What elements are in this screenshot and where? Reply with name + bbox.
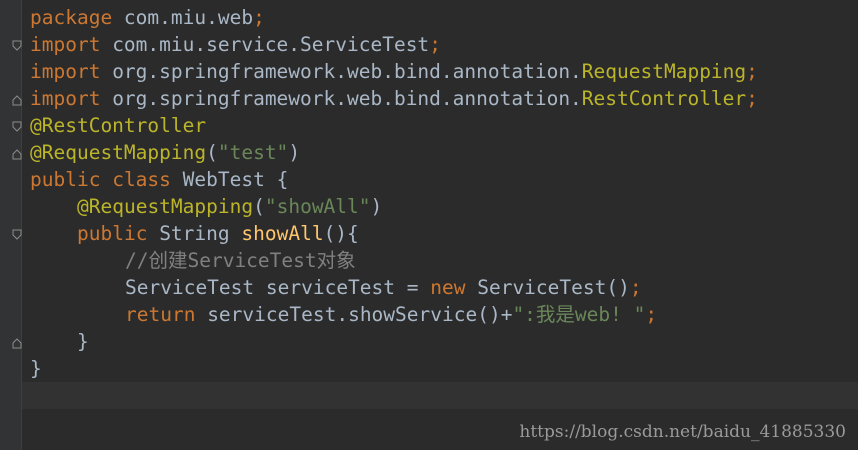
annotation-name: RestController [581,87,747,110]
code-line[interactable]: return serviceTest.showService()+":我是web… [125,301,657,328]
annotation: @RestController [30,114,207,137]
code-line[interactable]: import org.springframework.web.bind.anno… [30,85,758,112]
code-line[interactable]: @RequestMapping("showAll") [77,193,382,220]
paren: ( [206,141,218,164]
keyword: return [125,303,196,326]
paren: ( [253,195,265,218]
annotation-name: RequestMapping [581,60,747,83]
code-line[interactable]: import org.springframework.web.bind.anno… [30,58,758,85]
code-line[interactable]: public class WebTest { [30,166,288,193]
keyword: import [30,60,101,83]
code-line[interactable]: } [30,355,42,382]
code-comment: //创建ServiceTest对象 [125,249,356,272]
paren: ) [370,195,383,218]
watermark-url: https://blog.csdn.net/baidu_41885330 [519,422,846,442]
editor-gutter [0,0,22,450]
semicolon: ; [629,276,642,299]
keyword: class [112,168,171,191]
code-line[interactable]: //创建ServiceTest对象 [125,247,356,274]
semicolon: ; [253,6,265,29]
keyword: new [430,276,466,299]
semicolon: ; [645,303,658,326]
code-text: (){ [323,222,359,245]
string-literal: "test" [217,141,289,164]
code-line[interactable]: @RestController [30,112,206,139]
method-name: showAll [241,222,324,245]
code-line[interactable]: } [77,328,89,355]
code-line[interactable]: ServiceTest serviceTest = new ServiceTes… [125,274,642,301]
code-line[interactable]: public String showAll(){ [77,220,359,247]
code-line[interactable]: package com.miu.web; [30,4,265,31]
keyword: package [30,6,113,29]
keyword: import [30,33,101,56]
code-text: serviceTest.showService()+ [195,303,513,326]
code-text: WebTest { [170,168,289,191]
annotation: @RequestMapping [30,141,207,164]
closing-brace: } [30,357,42,380]
semicolon: ; [746,60,758,83]
code-text: org.springframework.web.bind.annotation. [100,87,582,110]
string-literal: ":我是web! " [512,303,646,326]
code-text: org.springframework.web.bind.annotation. [100,60,582,83]
code-text: com.miu.service.ServiceTest [100,33,430,56]
semicolon: ; [746,87,758,110]
code-line[interactable]: @RequestMapping("test") [30,139,300,166]
code-text: ServiceTest serviceTest = [125,276,431,299]
semicolon: ; [429,33,441,56]
code-editor[interactable]: package com.miu.web; import com.miu.serv… [22,0,858,450]
code-line[interactable]: import com.miu.service.ServiceTest; [30,31,441,58]
keyword: public [30,168,101,191]
code-text: String [147,222,242,245]
code-text: ServiceTest() [465,276,630,299]
keyword: import [30,87,101,110]
code-text: com.miu.web [112,6,254,29]
paren: ) [288,141,301,164]
string-literal: "showAll" [264,195,371,218]
closing-brace: } [77,330,89,353]
keyword: public [77,222,148,245]
annotation: @RequestMapping [77,195,254,218]
current-line-highlight [22,382,858,409]
